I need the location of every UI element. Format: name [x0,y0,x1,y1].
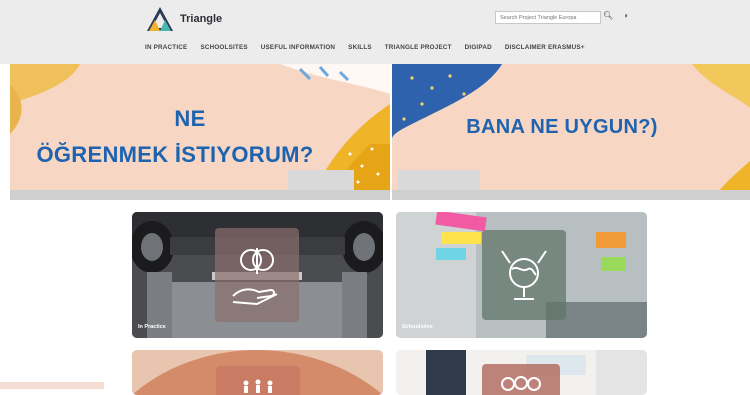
people-icon [216,366,300,395]
nav-item-useful-information[interactable]: USEFUL INFORMATION [261,44,335,51]
search-icon[interactable]: 🔍︎ [603,11,613,20]
main-nav: IN PRACTICE SCHOOLSITES USEFUL INFORMATI… [145,44,585,51]
nav-item-skills[interactable]: SKILLS [348,44,372,51]
card-schoolsites[interactable]: Schoolsites [396,212,647,338]
card-in-practice[interactable]: In Practice [132,212,383,338]
card-label-schoolsites: Schoolsites [402,324,433,330]
banner-right-footer [392,190,750,200]
site-header: Triangle 🔍︎ ◑ IN PRACTICE SCHOOLSITES US… [0,0,750,64]
globe-tools-icon [482,230,566,320]
contrast-icon[interactable]: ◑ [623,11,628,20]
nav-item-schoolsites[interactable]: SCHOOLSITES [200,44,247,51]
card-bottom-right[interactable] [396,350,647,395]
banner-left-line1: NE [174,106,206,131]
banner-left-footer [10,190,390,200]
nav-item-triangle-project[interactable]: TRIANGLE PROJECT [385,44,452,51]
nav-item-digipad[interactable]: DIGIPAD [465,44,492,51]
card-label-in-practice: In Practice [138,324,166,330]
logo-text: Triangle [180,13,223,25]
nav-item-disclaimer-erasmus[interactable]: DISCLAIMER ERASMUS+ [505,44,585,51]
banner-left-line2: ÖĞRENMEK İSTIYORUM? [36,142,314,167]
triangle-logo-icon [147,7,173,31]
banner-left-block [288,170,354,190]
banner-right[interactable]: BANA NE UYGUN?) [392,64,750,200]
card-bottom-left[interactable] [132,350,383,395]
search-input[interactable] [495,11,601,24]
banner-left[interactable]: NE ÖĞRENMEK İSTIYORUM? [10,64,390,200]
site-logo[interactable]: Triangle [146,6,222,32]
group-icon [482,364,560,395]
banner-right-block [398,170,480,190]
feedback-tab[interactable] [0,382,104,389]
brain-hand-icon [215,228,299,322]
banner-right-line1: BANA NE UYGUN?) [466,116,658,138]
nav-item-in-practice[interactable]: IN PRACTICE [145,44,187,51]
